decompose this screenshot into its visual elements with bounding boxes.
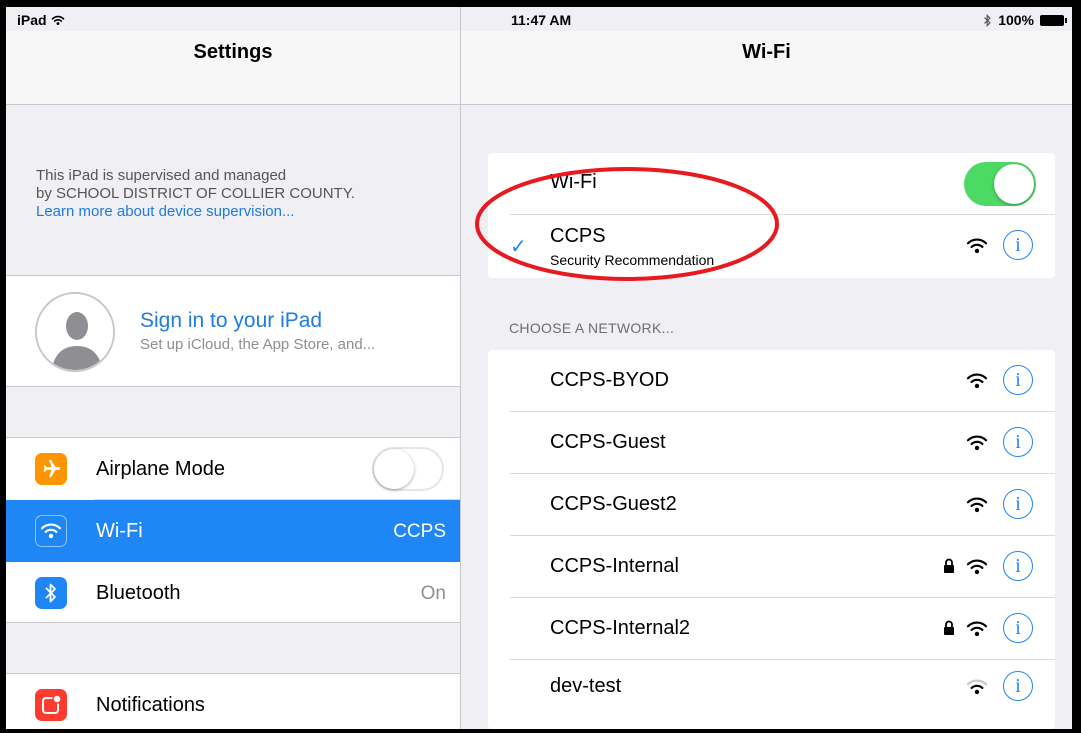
bluetooth-icon: [35, 577, 67, 609]
wifi-signal-icon: [966, 238, 988, 254]
status-left: iPad: [17, 12, 65, 28]
supervision-line2: by SCHOOL DISTRICT OF COLLIER COUNTY.: [36, 185, 355, 202]
supervision-link[interactable]: Learn more about device supervision...: [36, 203, 355, 221]
wifi-toggle[interactable]: [964, 162, 1036, 206]
settings-panel: Settings This iPad is supervised and man…: [6, 7, 460, 729]
sidebar-item-bluetooth[interactable]: Bluetooth On: [6, 562, 460, 624]
toggle-knob: [994, 164, 1034, 204]
sidebar-item-value: CCPS: [393, 521, 446, 542]
info-icon[interactable]: i: [1003, 551, 1033, 581]
sidebar-item-label: Wi-Fi: [96, 520, 143, 542]
network-row[interactable]: dev-test i: [488, 660, 1055, 722]
sidebar-item-label: Airplane Mode: [96, 458, 225, 480]
network-row[interactable]: CCPS-Internal2 i: [488, 598, 1055, 660]
settings-title: Settings: [193, 41, 273, 63]
sidebar-item-notifications[interactable]: Notifications: [6, 674, 460, 729]
wifi-signal-icon: [966, 497, 988, 513]
sidebar-item-wifi[interactable]: Wi-Fi CCPS: [6, 500, 460, 562]
network-row[interactable]: CCPS-BYOD i: [488, 350, 1055, 412]
network-name: CCPS-Guest2: [550, 493, 677, 515]
avatar: [35, 292, 115, 372]
notifications-icon: [35, 689, 67, 721]
sidebar-item-label: Notifications: [96, 694, 205, 716]
sidebar-item-label: Bluetooth: [96, 582, 181, 604]
info-icon[interactable]: i: [1003, 365, 1033, 395]
wifi-panel: Wi-Fi Wi-Fi ✓ CCPS Security Recommendati…: [461, 7, 1072, 729]
network-name: CCPS-Internal: [550, 555, 679, 577]
info-icon[interactable]: i: [1003, 230, 1033, 260]
network-name: CCPS-Internal2: [550, 617, 691, 639]
info-icon[interactable]: i: [1003, 427, 1033, 457]
network-name: dev-test: [550, 675, 622, 697]
toggle-knob: [374, 449, 414, 489]
sidebar-item-airplane-mode[interactable]: Airplane Mode: [6, 438, 460, 500]
bluetooth-status-icon: [984, 13, 991, 27]
wifi-signal-weak-icon: [966, 679, 988, 695]
person-icon: [37, 294, 113, 370]
wifi-signal-icon: [966, 559, 988, 575]
network-list: CCPS-BYOD i CCPS-Guest i CCPS-Guest2 i C…: [488, 350, 1055, 729]
wifi-signal-icon: [966, 435, 988, 451]
network-name: CCPS-Guest: [550, 431, 666, 453]
wifi-status-icon: [51, 15, 64, 25]
device-label: iPad: [17, 12, 47, 28]
notifications-group: Notifications: [6, 673, 460, 729]
airplane-icon: [35, 453, 67, 485]
info-icon[interactable]: i: [1003, 613, 1033, 643]
status-right: 100%: [983, 12, 1067, 28]
signin-row[interactable]: Sign in to your iPad Set up iCloud, the …: [6, 275, 460, 387]
sidebar-item-value: On: [420, 583, 446, 604]
signin-title: Sign in to your iPad: [140, 309, 323, 332]
network-row[interactable]: CCPS-Guest i: [488, 412, 1055, 474]
airplane-mode-toggle[interactable]: [372, 447, 444, 491]
supervision-line1: This iPad is supervised and managed: [36, 167, 287, 184]
screen: Settings This iPad is supervised and man…: [6, 7, 1072, 729]
wifi-signal-icon: [966, 373, 988, 389]
supervision-notice: This iPad is supervised and managed by S…: [36, 167, 355, 221]
wifi-icon: [35, 515, 67, 547]
network-name: CCPS-BYOD: [550, 369, 669, 391]
annotation-ellipse: [475, 167, 779, 281]
info-icon[interactable]: i: [1003, 489, 1033, 519]
section-header: CHOOSE A NETWORK...: [509, 320, 675, 336]
battery-percent: 100%: [998, 12, 1034, 28]
network-row[interactable]: CCPS-Guest2 i: [488, 474, 1055, 536]
status-time: 11:47 AM: [511, 12, 572, 28]
network-row[interactable]: CCPS-Internal i: [488, 536, 1055, 598]
wifi-title: Wi-Fi: [742, 41, 791, 63]
status-bar: iPad 11:47 AM 100%: [6, 7, 1072, 31]
settings-list: Airplane Mode Wi-Fi CCPS Bluetooth On: [6, 437, 460, 623]
signin-subtitle: Set up iCloud, the App Store, and...: [140, 336, 376, 353]
wifi-signal-icon: [966, 621, 988, 637]
info-icon[interactable]: i: [1003, 671, 1033, 701]
lock-icon: [944, 620, 954, 635]
lock-icon: [944, 558, 954, 573]
battery-icon: [1040, 14, 1067, 26]
